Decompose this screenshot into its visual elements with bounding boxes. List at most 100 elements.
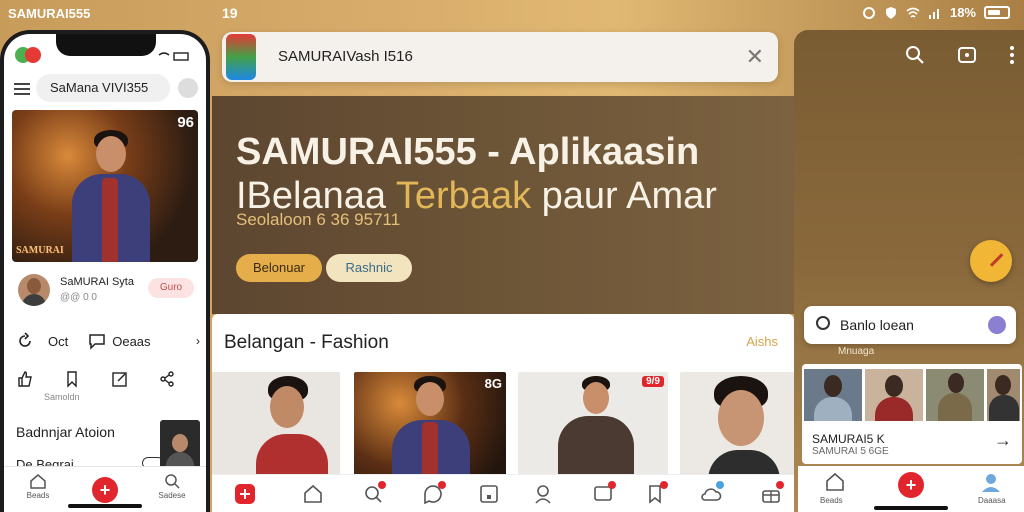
phone-profile-icon[interactable]: [178, 78, 198, 98]
thumb-image[interactable]: [926, 369, 984, 421]
list-title[interactable]: Badnnjar Atoion: [16, 424, 115, 440]
nav-search-label: Sadese: [158, 491, 186, 500]
right-product-card[interactable]: SAMURAI5 K SAMURAI 5 6GE →: [802, 364, 1022, 464]
profile-name: SaMURAI Syta: [60, 276, 134, 288]
product-card[interactable]: [680, 372, 794, 476]
section-heading: Belangan - Fashion: [224, 332, 389, 353]
comment-icon[interactable]: [88, 332, 106, 350]
notification-dot: [378, 481, 386, 489]
phone-search-input[interactable]: SaMana VIVI355: [36, 74, 170, 102]
thumb-image[interactable]: [987, 369, 1020, 421]
hero-secondary-button[interactable]: Rashnic: [326, 254, 412, 282]
icon-row: [16, 370, 176, 388]
right-nav-profile-label: Daaasa: [978, 496, 1006, 505]
status-brand: SAMURAI555: [8, 6, 91, 21]
right-card-subtitle: SAMURAI 5 6GE: [812, 446, 889, 457]
phone-notch: [56, 34, 156, 56]
app-logo-icon: [14, 46, 42, 64]
add-button[interactable]: +: [898, 472, 924, 498]
arrow-right-icon[interactable]: →: [994, 430, 1012, 451]
list-thumbnail[interactable]: [160, 420, 200, 472]
chevron-right-icon[interactable]: ›: [196, 334, 200, 348]
url-search-bar[interactable]: SAMURAIVash I516 ✕: [222, 32, 778, 82]
search-icon: [816, 316, 830, 330]
close-icon[interactable]: ✕: [746, 44, 764, 70]
model-figure: [558, 376, 634, 476]
thumb-image[interactable]: [865, 369, 923, 421]
app-icon[interactable]: [226, 34, 256, 80]
mic-button[interactable]: [970, 240, 1012, 282]
notification-dot: [716, 481, 724, 489]
right-search-text[interactable]: Banlo loean: [840, 317, 914, 333]
search-icon[interactable]: [362, 481, 386, 505]
nav-home[interactable]: Beads: [18, 473, 58, 500]
profile-subtitle: @@ 0 0: [60, 292, 97, 303]
status-icons: 18%: [862, 5, 1010, 20]
follow-button[interactable]: Guro: [148, 278, 194, 298]
right-search-box[interactable]: Banlo loean: [804, 306, 1016, 344]
notification-dot: [608, 481, 616, 489]
hero-badge-number: 96: [177, 114, 194, 131]
menu-icon[interactable]: [14, 82, 30, 100]
model-figure: [70, 128, 150, 262]
box-icon[interactable]: [478, 483, 500, 505]
chat-icon[interactable]: [422, 481, 446, 505]
bookmark-icon[interactable]: [63, 370, 81, 388]
more-vertical-icon[interactable]: [1008, 44, 1016, 66]
bottom-nav: [212, 474, 794, 512]
phone-bottom-nav: Beads + Sadese: [4, 466, 206, 512]
product-tag: 8G: [484, 376, 502, 391]
refresh-icon[interactable]: [16, 332, 34, 350]
add-button[interactable]: [234, 483, 256, 505]
thumb-image[interactable]: [804, 369, 862, 421]
search-icon[interactable]: [904, 44, 926, 66]
battery-percent: 18%: [949, 5, 976, 20]
notification-dot: [776, 481, 784, 489]
action-row: Oct Oeaas ›: [16, 332, 200, 350]
avatar[interactable]: [18, 274, 50, 306]
profile-row: SaMURAI Syta @@ 0 0 Guro: [18, 274, 198, 310]
bookmark-icon[interactable]: [644, 481, 668, 505]
message-icon[interactable]: [592, 481, 616, 505]
product-card[interactable]: 9/9: [518, 372, 668, 476]
see-all-link[interactable]: Aishs: [746, 334, 778, 349]
battery-icon: [984, 6, 1010, 19]
url-search-text[interactable]: SAMURAIVash I516: [278, 48, 413, 65]
gift-icon[interactable]: [760, 481, 784, 505]
hero-title-line2-b: paur Amar: [531, 175, 717, 217]
nav-search[interactable]: Sadese: [152, 473, 192, 500]
right-card-title: SAMURAI5 K: [812, 432, 885, 446]
edit-icon[interactable]: [111, 370, 129, 388]
product-card[interactable]: [212, 372, 340, 476]
hero-title-line1: SAMURAI555 - Aplikaasin: [236, 131, 700, 173]
notification-dot: [438, 481, 446, 489]
home-icon[interactable]: [302, 483, 324, 505]
product-card[interactable]: 8G: [354, 372, 506, 476]
notification-dot: [660, 481, 668, 489]
phone-screen: SaMana VIVI355 96 SAMURAI SaMURAI Syta @…: [4, 34, 206, 512]
cast-icon[interactable]: [956, 44, 978, 66]
model-figure: [232, 376, 328, 476]
cloud-icon[interactable]: [700, 481, 724, 505]
hero-primary-button[interactable]: Belonuar: [236, 254, 322, 282]
alarm-icon: [862, 6, 875, 19]
action-left-label[interactable]: Oct: [48, 334, 68, 349]
icon-caption: Samoldn: [44, 392, 80, 402]
profile-icon[interactable]: [980, 472, 1002, 497]
signal-icon: [928, 8, 939, 19]
right-bottom-nav: Beads + Daaasa: [798, 466, 1024, 512]
user-avatar-icon[interactable]: [988, 316, 1006, 334]
right-top-icons: [904, 44, 1016, 66]
right-caption: Mnuaga: [838, 346, 875, 357]
share-icon[interactable]: [158, 370, 176, 388]
home-icon[interactable]: [824, 472, 846, 497]
phone-status-icons: [158, 48, 192, 66]
right-nav-home-label: Beads: [820, 496, 843, 505]
phone-frame: SaMana VIVI355 96 SAMURAI SaMURAI Syta @…: [0, 30, 210, 512]
like-icon[interactable]: [16, 370, 34, 388]
add-button[interactable]: +: [92, 477, 118, 503]
user-icon[interactable]: [532, 483, 554, 505]
home-icon: [30, 474, 46, 489]
action-right-label[interactable]: Oeaas: [112, 334, 150, 349]
phone-hero-image[interactable]: 96 SAMURAI: [12, 110, 198, 262]
